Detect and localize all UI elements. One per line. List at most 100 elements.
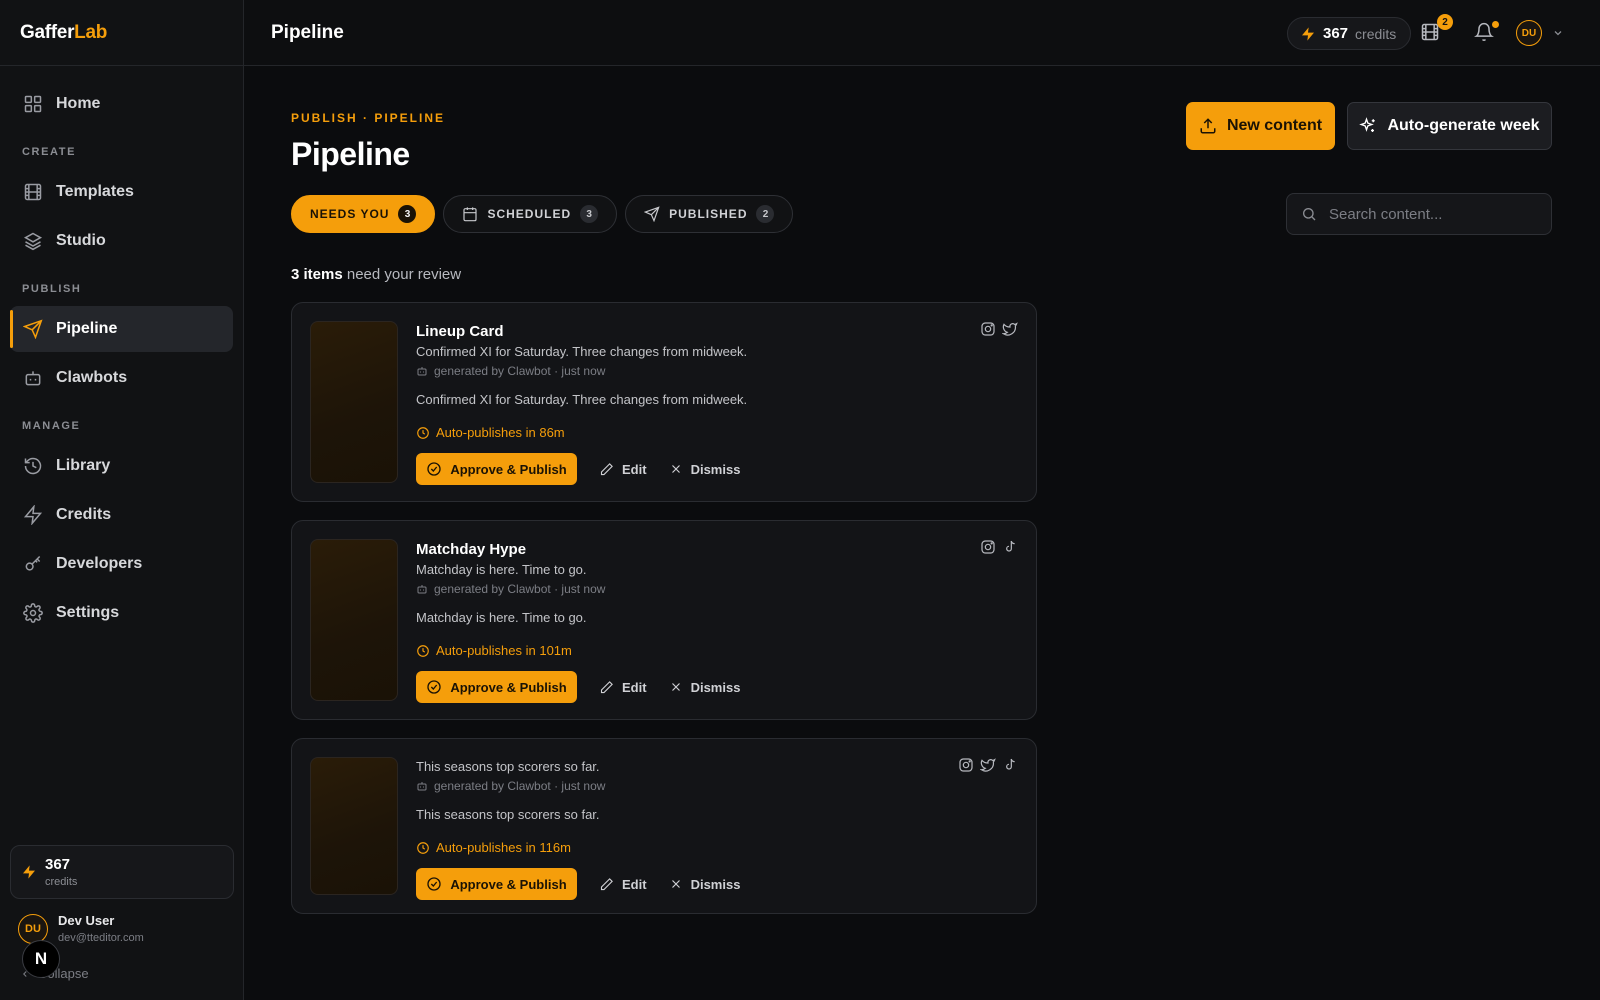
brand-logo[interactable]: Gaffer Lab — [0, 0, 243, 66]
card-subtitle: Confirmed XI for Saturday. Three changes… — [416, 344, 748, 359]
dismiss-button[interactable]: Dismiss — [669, 876, 741, 892]
new-content-button[interactable]: New content — [1186, 102, 1335, 150]
approve-publish-button[interactable]: Approve & Publish — [416, 671, 577, 703]
card-generated-by: generated by Clawbot · just now — [416, 779, 740, 793]
pipeline-tabs: NEEDS YOU 3 SCHEDULED 3 PUBLISHED 2 — [291, 195, 794, 233]
edit-button[interactable]: Edit — [599, 877, 647, 892]
bolt-icon — [1300, 26, 1316, 42]
sidebar-item-home[interactable]: Home — [10, 81, 233, 127]
card-auto-publish: Auto-publishes in 116m — [416, 840, 740, 855]
tab-scheduled[interactable]: SCHEDULED 3 — [443, 195, 618, 233]
sidebar-item-label: Pipeline — [56, 320, 118, 337]
approve-publish-button[interactable]: Approve & Publish — [416, 453, 577, 485]
card-actions: Approve & Publish Edit Dismiss — [416, 671, 740, 703]
sidebar-item-library[interactable]: Library — [10, 443, 233, 489]
card-platforms — [980, 321, 1018, 337]
auto-publish-text: Auto-publishes in 86m — [436, 425, 565, 440]
sidebar-item-templates[interactable]: Templates — [10, 169, 233, 215]
nav-section-manage: MANAGE — [22, 420, 81, 432]
content-thumbnail[interactable] — [310, 757, 398, 895]
card-auto-publish: Auto-publishes in 86m — [416, 425, 747, 440]
dismiss-button[interactable]: Dismiss — [669, 680, 740, 695]
tiktok-icon — [1002, 539, 1018, 555]
edit-label: Edit — [622, 679, 647, 695]
edit-button[interactable]: Edit — [599, 680, 647, 695]
close-icon — [669, 680, 683, 694]
nav-section-publish: PUBLISH — [22, 283, 82, 295]
user-email: dev@tteditor.com — [58, 932, 144, 944]
sidebar-item-label: Developers — [56, 555, 143, 572]
sidebar-item-studio[interactable]: Studio — [10, 218, 233, 264]
sidebar-item-credits[interactable]: Credits — [10, 492, 233, 538]
new-content-label: New content — [1226, 117, 1323, 134]
tab-label: SCHEDULED — [487, 207, 572, 221]
card-body: Matchday Hype Matchday is here. Time to … — [416, 541, 740, 703]
twitter-icon — [980, 757, 996, 773]
instagram-icon — [980, 321, 996, 337]
tab-count: 2 — [756, 205, 775, 223]
check-circle-icon — [426, 679, 442, 695]
key-icon — [23, 554, 43, 574]
film-icon — [23, 182, 43, 202]
close-icon — [669, 462, 683, 476]
chevron-down-icon[interactable] — [1552, 27, 1564, 39]
card-description: This seasons top scorers so far. — [416, 807, 600, 822]
card-body: This seasons top scorers so far. generat… — [416, 759, 740, 900]
review-text: need your review — [342, 266, 462, 283]
clock-icon — [416, 644, 430, 658]
auto-generate-week-button[interactable]: Auto-generate week — [1347, 102, 1552, 150]
topbar-avatar[interactable]: DU — [1516, 20, 1542, 46]
topbar-title: Pipeline — [271, 22, 344, 43]
clock-icon — [416, 426, 430, 440]
history-icon — [23, 456, 43, 476]
sidebar-credits-label: credits — [45, 876, 78, 888]
sidebar-item-pipeline[interactable]: Pipeline — [10, 306, 233, 352]
sidebar-credits-box[interactable]: 367 credits — [10, 845, 234, 899]
dismiss-label: Dismiss — [690, 876, 741, 892]
dismiss-button[interactable]: Dismiss — [669, 461, 741, 477]
twitter-icon — [1002, 321, 1018, 337]
sidebar: Gaffer Lab Home CREATE Templates Studio P… — [0, 0, 244, 1000]
breadcrumb: PUBLISH · PIPELINE — [291, 111, 446, 125]
sidebar-item-label: Clawbots — [56, 369, 128, 386]
clock-icon — [416, 841, 430, 855]
approve-label: Approve & Publish — [450, 679, 567, 695]
brand-logo-part2: Lab — [74, 21, 108, 43]
card-platforms — [980, 539, 1018, 555]
tab-needs-you[interactable]: NEEDS YOU 3 — [291, 195, 436, 233]
nav-section-create: CREATE — [22, 146, 77, 158]
card-description: Matchday is here. Time to go. — [416, 610, 587, 625]
content-card[interactable]: Matchday Hype Matchday is here. Time to … — [291, 520, 1037, 720]
sidebar-item-clawbots[interactable]: Clawbots — [10, 355, 233, 401]
search-input[interactable] — [1329, 205, 1529, 223]
auto-publish-text: Auto-publishes in 101m — [436, 643, 572, 658]
content-thumbnail[interactable] — [310, 321, 398, 483]
topbar-credits-count: 367 — [1323, 25, 1349, 42]
pencil-icon — [599, 877, 614, 892]
send-icon — [644, 206, 660, 222]
content-thumbnail[interactable] — [310, 539, 398, 701]
pencil-icon — [599, 462, 614, 477]
sidebar-item-label: Studio — [56, 232, 106, 249]
topbar: Pipeline 367 credits 2 DU — [244, 0, 1600, 66]
content-card[interactable]: Lineup Card Confirmed XI for Saturday. T… — [291, 302, 1037, 502]
content-card[interactable]: This seasons top scorers so far. generat… — [291, 738, 1037, 914]
card-body: Lineup Card Confirmed XI for Saturday. T… — [416, 323, 747, 485]
topbar-credits-pill[interactable]: 367 credits — [1287, 17, 1412, 50]
edit-button[interactable]: Edit — [599, 462, 647, 477]
floating-n-badge[interactable]: N — [22, 940, 60, 978]
card-generated-text: generated by Clawbot · just now — [434, 364, 606, 378]
dismiss-label: Dismiss — [690, 461, 741, 477]
review-summary: 3 items need your review — [291, 266, 461, 283]
queue-badge: 2 — [1437, 14, 1453, 30]
grid-icon — [23, 94, 43, 114]
search-box[interactable] — [1286, 193, 1552, 235]
sidebar-item-developers[interactable]: Developers — [10, 541, 233, 587]
card-title: Matchday Hype — [416, 541, 527, 558]
card-subtitle: This seasons top scorers so far. — [416, 759, 600, 774]
approve-publish-button[interactable]: Approve & Publish — [416, 868, 577, 900]
sidebar-item-settings[interactable]: Settings — [10, 590, 233, 636]
card-generated-by: generated by Clawbot · just now — [416, 582, 740, 596]
tiktok-icon — [1002, 757, 1018, 773]
tab-published[interactable]: PUBLISHED 2 — [625, 195, 794, 233]
